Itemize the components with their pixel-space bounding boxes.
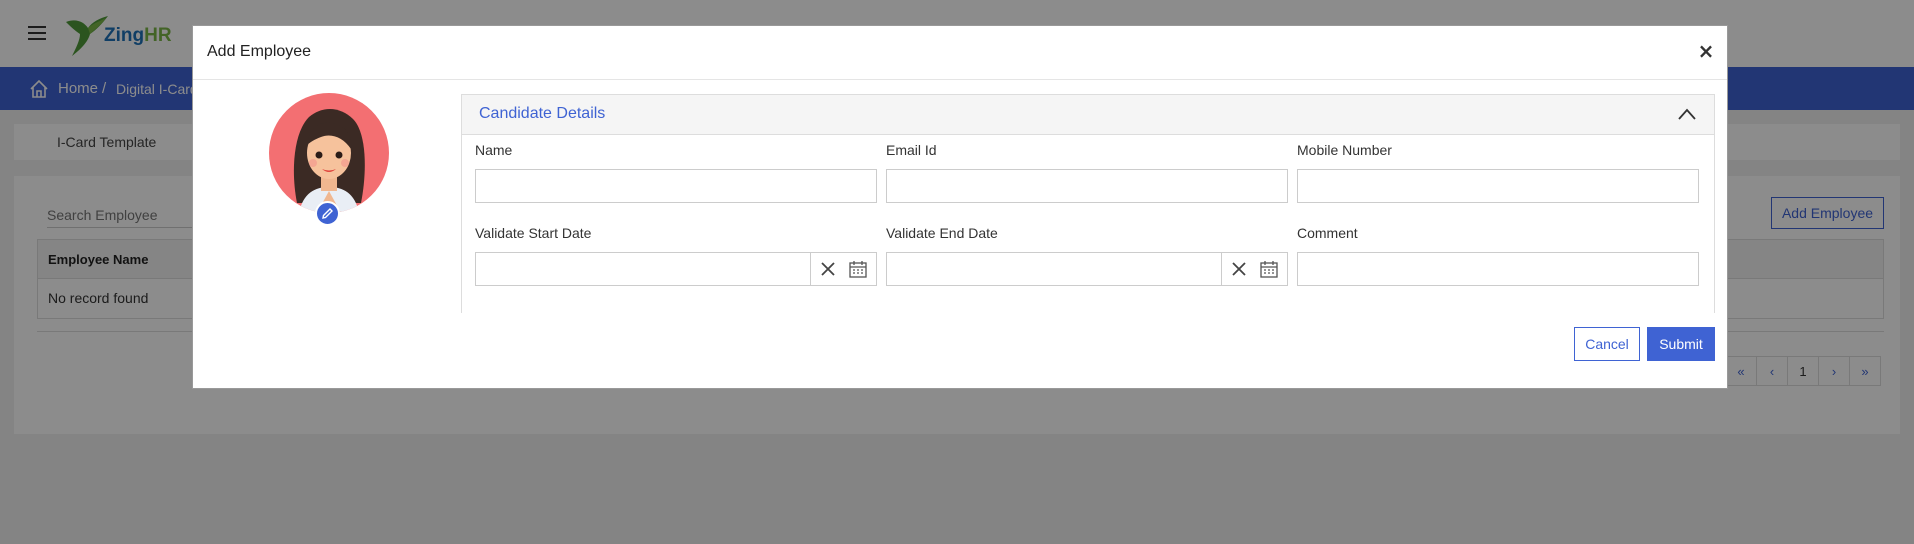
email-field[interactable] — [886, 169, 1288, 203]
close-icon[interactable]: × — [1693, 38, 1719, 64]
modal-title: Add Employee — [207, 43, 312, 60]
edit-avatar-button[interactable] — [315, 201, 340, 226]
calendar-icon[interactable] — [1259, 259, 1279, 279]
start-date-input[interactable] — [476, 253, 810, 285]
end-date-label: Validate End Date — [886, 225, 998, 241]
divider — [1221, 253, 1222, 285]
chevron-up-icon[interactable] — [1677, 107, 1697, 121]
candidate-details-header[interactable]: Candidate Details — [462, 95, 1714, 135]
section-title: Candidate Details — [479, 105, 606, 122]
modal-header: Add Employee × — [193, 26, 1727, 80]
calendar-icon[interactable] — [848, 259, 868, 279]
comment-label: Comment — [1297, 225, 1358, 241]
mobile-number-field[interactable] — [1297, 169, 1699, 203]
female-avatar-icon — [293, 108, 365, 213]
candidate-details-section: Candidate Details Name Email Id Mobile N… — [461, 94, 1715, 313]
avatar[interactable] — [269, 93, 389, 213]
clear-icon[interactable] — [818, 259, 838, 279]
start-date-picker — [475, 252, 877, 286]
email-label: Email Id — [886, 142, 937, 158]
avatar-upload — [269, 93, 389, 226]
end-date-picker — [886, 252, 1288, 286]
cancel-button[interactable]: Cancel — [1574, 327, 1640, 361]
clear-icon[interactable] — [1229, 259, 1249, 279]
pencil-icon — [322, 208, 333, 219]
add-employee-modal: Add Employee × Candidate Details Name Em… — [192, 25, 1728, 389]
start-date-label: Validate Start Date — [475, 225, 592, 241]
mobile-label: Mobile Number — [1297, 142, 1392, 158]
end-date-input[interactable] — [887, 253, 1221, 285]
submit-button[interactable]: Submit — [1647, 327, 1715, 361]
divider — [810, 253, 811, 285]
name-field[interactable] — [475, 169, 877, 203]
name-label: Name — [475, 142, 513, 158]
comment-field[interactable] — [1297, 252, 1699, 286]
